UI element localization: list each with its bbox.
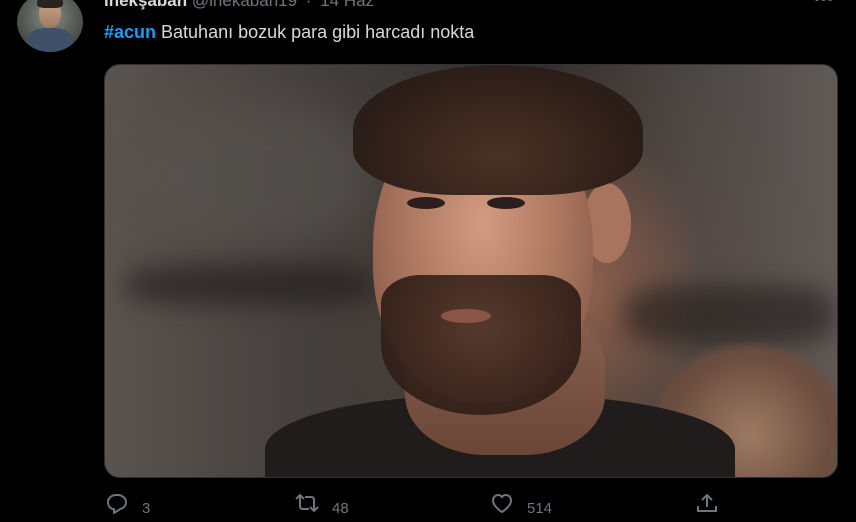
reply-button[interactable]: 3 bbox=[104, 492, 150, 520]
like-count: 514 bbox=[527, 500, 553, 517]
display-name[interactable]: inekşaban bbox=[104, 0, 187, 10]
timestamp[interactable]: 14 Haz bbox=[320, 0, 374, 10]
retweet-button[interactable]: 48 bbox=[294, 492, 349, 520]
tweet-header: inekşaban @inekaban19 · 14 Haz bbox=[104, 0, 374, 11]
avatar[interactable] bbox=[17, 0, 83, 52]
tweet-body: Batuhanı bozuk para gibi harcadı nokta bbox=[156, 22, 475, 42]
tweet-action-bar: 3 48 514 bbox=[104, 492, 764, 522]
hashtag-link[interactable]: #acun bbox=[104, 22, 156, 42]
avatar-hair bbox=[37, 0, 63, 8]
avatar-shirt bbox=[27, 28, 73, 52]
separator-dot: · bbox=[305, 0, 312, 10]
user-handle[interactable]: @inekaban19 bbox=[192, 0, 297, 10]
tweet-text: #acun Batuhanı bozuk para gibi harcadı n… bbox=[104, 21, 474, 43]
more-icon[interactable]: ••• bbox=[814, 0, 834, 9]
like-button[interactable]: 514 bbox=[489, 492, 552, 520]
retweet-count: 48 bbox=[332, 500, 349, 517]
tweet: inekşaban @inekaban19 · 14 Haz ••• #acun… bbox=[0, 0, 856, 517]
reply-count: 3 bbox=[142, 500, 151, 517]
tweet-photo[interactable] bbox=[104, 64, 838, 478]
